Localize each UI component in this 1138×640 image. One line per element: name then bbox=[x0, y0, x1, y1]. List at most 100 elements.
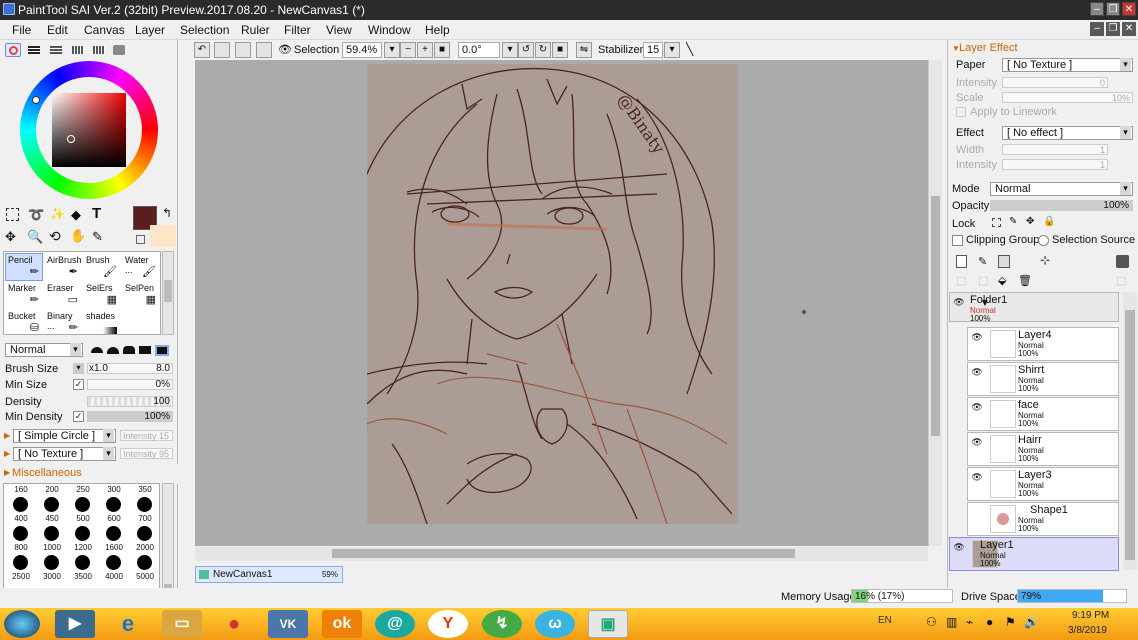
shape-intensity-slider[interactable]: Intensity 15 bbox=[120, 430, 173, 441]
minimize-button[interactable]: – bbox=[1090, 2, 1104, 16]
rect-select-icon[interactable] bbox=[6, 208, 19, 221]
brush-size-preset[interactable]: 400 bbox=[6, 495, 36, 523]
brush-size-preset[interactable]: 600 bbox=[99, 495, 129, 523]
zoom-in-icon[interactable]: + bbox=[417, 42, 433, 58]
secondary-color-swatch[interactable] bbox=[150, 225, 176, 247]
lock-transparency-icon[interactable] bbox=[992, 218, 1001, 227]
hsv-slider-tab[interactable] bbox=[50, 46, 62, 54]
tool-selection-pen[interactable]: SelPen ▦ bbox=[122, 281, 160, 309]
menu-ruler[interactable]: Ruler bbox=[241, 23, 270, 37]
lock-paint-icon[interactable]: ✎ bbox=[1009, 216, 1017, 227]
brush-size-preset[interactable]: 3000 bbox=[37, 553, 67, 581]
rotation-field[interactable]: 0.0° bbox=[458, 42, 500, 58]
layer-opacity-slider[interactable]: 100% bbox=[990, 200, 1133, 211]
media-player-icon[interactable]: ▶ bbox=[55, 610, 95, 638]
tool-marker[interactable]: Marker ✏ bbox=[5, 281, 43, 309]
menu-edit[interactable]: Edit bbox=[47, 23, 68, 37]
mail-icon[interactable]: @ bbox=[375, 610, 415, 638]
tool-selection-eraser[interactable]: SelErs ▦ bbox=[83, 281, 121, 309]
layer-item[interactable]: 👁 Hairr Normal 100% bbox=[967, 432, 1119, 466]
odnoklassniki-icon[interactable]: ok bbox=[322, 610, 362, 638]
shape-icon[interactable]: ◆ bbox=[71, 207, 81, 223]
brush-size-preset[interactable]: 800 bbox=[6, 524, 36, 552]
layer-list-scrollbar[interactable] bbox=[1123, 292, 1137, 570]
tip-round-icon[interactable] bbox=[91, 347, 103, 353]
torrent-icon[interactable]: ↯ bbox=[482, 610, 522, 638]
tool-airbrush[interactable]: AirBrush ✒ bbox=[44, 253, 82, 281]
clipping-group-checkbox[interactable] bbox=[952, 235, 963, 246]
layer-item[interactable]: 👁 Layer4 Normal 100% bbox=[967, 327, 1119, 361]
vk-icon[interactable]: VK bbox=[268, 610, 308, 638]
magic-wand-icon[interactable]: ✨ bbox=[50, 207, 65, 221]
brush-size-preset[interactable]: 5000 bbox=[130, 553, 160, 581]
tool-watercolor[interactable]: Water ... 🖌 bbox=[122, 253, 160, 281]
usb-icon[interactable]: ⌁ bbox=[966, 615, 973, 629]
network-icon[interactable]: ⚇ bbox=[926, 615, 937, 629]
layer-mask-icon[interactable]: ⬚ bbox=[1116, 274, 1126, 287]
visibility-eye-icon[interactable] bbox=[970, 505, 984, 519]
saturation-value-square[interactable] bbox=[52, 93, 126, 167]
brush-size-preset[interactable]: 3500 bbox=[68, 553, 98, 581]
stabilizer-dropdown-icon[interactable]: ▾ bbox=[664, 42, 680, 58]
texture-expand-icon[interactable]: ▶ bbox=[4, 449, 10, 458]
canvas-hscrollbar[interactable] bbox=[195, 547, 928, 561]
rotate-icon[interactable]: ⟲ bbox=[49, 228, 61, 245]
tool-binary-pen[interactable]: Binary ... ✏ bbox=[44, 309, 82, 337]
tip-round3-icon[interactable] bbox=[123, 346, 135, 354]
paint-app-icon[interactable]: ● bbox=[214, 610, 254, 638]
transparent-color-icon[interactable] bbox=[136, 235, 145, 244]
new-linework-layer-icon[interactable]: ✎ bbox=[978, 255, 987, 268]
mixer-tab[interactable] bbox=[72, 46, 84, 54]
swatches-tab[interactable] bbox=[93, 46, 105, 54]
layer-item[interactable]: 👁 Layer3 Normal 100% bbox=[967, 467, 1119, 501]
min-size-checkbox[interactable]: ✓ bbox=[73, 379, 84, 390]
layer-item[interactable]: 👁 face Normal 100% bbox=[967, 397, 1119, 431]
tip-round2-icon[interactable] bbox=[107, 346, 119, 354]
menu-canvas[interactable]: Canvas bbox=[84, 23, 125, 37]
tool-shades[interactable]: shades bbox=[83, 309, 121, 337]
tip-square-icon[interactable] bbox=[139, 346, 151, 354]
brush-size-preset[interactable]: 1000 bbox=[37, 524, 67, 552]
menu-filter[interactable]: Filter bbox=[284, 23, 311, 37]
tool-eraser[interactable]: Eraser ▭ bbox=[44, 281, 82, 309]
restore-button[interactable]: ❐ bbox=[1106, 2, 1120, 16]
brush-size-preset[interactable]: 2500 bbox=[6, 553, 36, 581]
flip-horizontal-icon[interactable]: ⇋ bbox=[576, 42, 592, 58]
rotation-reset-icon[interactable]: ■ bbox=[552, 42, 568, 58]
clock-date[interactable]: 3/8/2019 bbox=[1068, 625, 1107, 636]
doc-restore-button[interactable]: ❐ bbox=[1106, 22, 1120, 36]
document-tab[interactable]: NewCanvas1 59% bbox=[195, 566, 343, 583]
menu-layer[interactable]: Layer bbox=[135, 23, 165, 37]
zoom-field[interactable]: 59.4% bbox=[342, 42, 382, 58]
selection-source-radio[interactable] bbox=[1038, 235, 1049, 246]
lasso-icon[interactable]: ➰ bbox=[28, 207, 44, 223]
rotation-dropdown-icon[interactable]: ▾ bbox=[502, 42, 518, 58]
copy-layer-icon[interactable]: ⬚ bbox=[956, 274, 966, 287]
brush-size-preset[interactable]: 500 bbox=[68, 495, 98, 523]
file-explorer-icon[interactable]: ▭ bbox=[162, 610, 202, 638]
internet-explorer-icon[interactable]: e bbox=[108, 610, 148, 638]
stabilizer-field[interactable]: 15 bbox=[643, 42, 663, 58]
brush-size-preset[interactable]: 1200 bbox=[68, 524, 98, 552]
visibility-eye-icon[interactable]: 👁 bbox=[970, 330, 984, 344]
selection-visibility-icon[interactable]: 👁 bbox=[278, 43, 292, 56]
new-layer-icon[interactable] bbox=[956, 255, 967, 268]
layer-transform-icon[interactable]: ⊹ bbox=[1040, 253, 1050, 267]
clear-layer-icon[interactable]: 🗑 bbox=[1018, 274, 1032, 287]
brush-size-slider[interactable]: x1.0 8.0 bbox=[87, 363, 173, 374]
min-density-checkbox[interactable]: ✓ bbox=[73, 411, 84, 422]
close-button[interactable]: ✕ bbox=[1122, 2, 1136, 16]
menu-help[interactable]: Help bbox=[425, 23, 450, 37]
layer-folder[interactable]: 👁 ▼ Folder1 Normal 100% bbox=[949, 292, 1119, 323]
volume-icon[interactable]: 🔊 bbox=[1024, 615, 1039, 629]
tool-grid-scrollbar[interactable] bbox=[162, 251, 174, 335]
rgb-slider-tab[interactable] bbox=[28, 46, 40, 54]
zoom-dropdown-icon[interactable]: ▾ bbox=[384, 42, 400, 58]
apply-linework-checkbox[interactable] bbox=[956, 107, 966, 117]
visibility-eye-icon[interactable]: 👁 bbox=[970, 435, 984, 449]
straight-line-icon[interactable]: ╲ bbox=[686, 42, 693, 56]
tool-pencil[interactable]: Pencil ✏ bbox=[5, 253, 43, 281]
signal-icon[interactable]: ▥ bbox=[946, 615, 957, 629]
menu-view[interactable]: View bbox=[326, 23, 352, 37]
messenger-icon[interactable]: ω bbox=[535, 610, 575, 638]
